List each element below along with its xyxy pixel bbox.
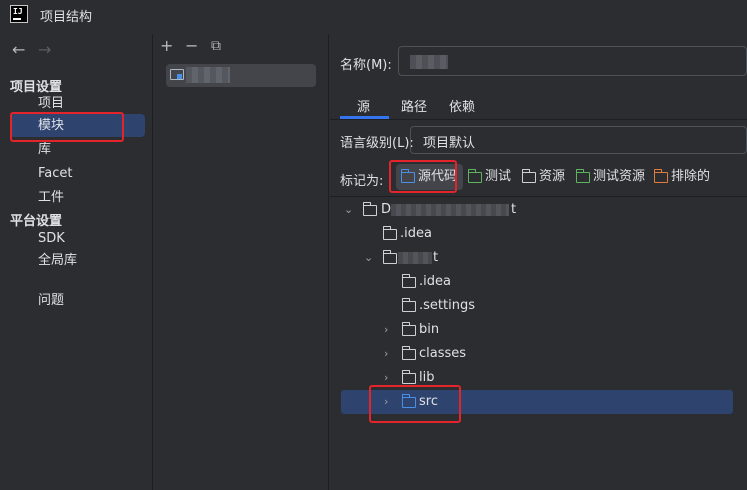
mark-as-tests-label: 测试 <box>485 169 512 184</box>
module-name-input[interactable] <box>398 46 747 76</box>
tree-item-idea-nested[interactable]: .idea <box>419 270 451 294</box>
folder-icon <box>401 346 416 360</box>
highlight-modules <box>10 112 124 142</box>
language-level-value: 项目默认 <box>423 136 476 151</box>
nav-item-sdks[interactable]: SDK <box>10 227 145 250</box>
test-folder-icon <box>467 169 482 183</box>
name-label: 名称(M): <box>340 58 392 73</box>
chevron-down-icon[interactable]: ⌄ <box>344 203 353 216</box>
chevron-down-icon[interactable]: ⌄ <box>364 251 373 264</box>
resources-folder-icon <box>521 169 536 183</box>
module-name-value-redacted <box>410 55 448 69</box>
tab-dependencies[interactable]: 依赖 <box>449 96 475 115</box>
chevron-right-icon[interactable]: › <box>384 323 388 336</box>
tab-paths[interactable]: 路径 <box>401 96 427 115</box>
mark-as-label: 标记为: <box>340 174 384 189</box>
folder-icon <box>401 298 416 312</box>
chevron-right-icon[interactable]: › <box>384 371 388 384</box>
remove-icon[interactable]: − <box>185 36 198 55</box>
folder-icon <box>362 202 377 216</box>
tabs-divider <box>330 119 747 120</box>
folder-icon <box>401 322 416 336</box>
module-name-redacted <box>186 67 230 83</box>
tree-item-module-folder[interactable]: t <box>433 246 438 270</box>
add-icon[interactable]: + <box>160 36 173 55</box>
chevron-right-icon[interactable]: › <box>384 347 388 360</box>
title-bar <box>0 0 747 30</box>
tree-item-classes[interactable]: classes <box>419 342 466 366</box>
module-list-panel <box>154 34 329 490</box>
content-root-prefix: D <box>381 202 392 217</box>
content-root-suffix: t <box>511 202 517 217</box>
highlight-src-folder <box>369 385 461 423</box>
mark-as-excluded-label: 排除的 <box>671 169 711 184</box>
tree-item-idea[interactable]: .idea <box>400 222 432 246</box>
mark-as-test-resources-label: 测试资源 <box>593 169 646 184</box>
folder-icon <box>401 274 416 288</box>
tree-item-bin[interactable]: bin <box>419 318 439 342</box>
tree-item-content-root[interactable]: D t <box>381 198 516 222</box>
window-title: 项目结构 <box>40 10 93 25</box>
mark-as-tests-button[interactable]: 测试 <box>467 164 511 190</box>
content-root-redacted <box>391 204 509 216</box>
nav-item-global-libraries[interactable]: 全局库 <box>10 249 145 272</box>
folder-icon <box>401 370 416 384</box>
nav-item-artifacts[interactable]: 工件 <box>10 186 145 209</box>
highlight-sources-button <box>389 160 457 193</box>
mark-as-resources-label: 资源 <box>539 169 566 184</box>
folder-icon <box>382 250 397 264</box>
copy-icon[interactable]: ⧉ <box>211 38 221 54</box>
mark-as-test-resources-button[interactable]: 测试资源 <box>575 164 645 190</box>
forward-arrow-icon[interactable]: → <box>38 40 51 59</box>
mark-as-resources-button[interactable]: 资源 <box>521 164 565 190</box>
test-resources-folder-icon <box>575 169 590 183</box>
module-folder-icon <box>170 69 184 80</box>
tree-item-settings[interactable]: .settings <box>419 294 475 318</box>
tree-divider <box>330 196 747 197</box>
module-folder-redacted <box>398 252 432 264</box>
back-arrow-icon[interactable]: ← <box>12 40 25 59</box>
nav-item-facets[interactable]: Facet <box>10 162 145 185</box>
intellij-logo-icon: IJ <box>10 5 28 23</box>
nav-item-problems[interactable]: 问题 <box>10 289 145 312</box>
language-level-label: 语言级别(L): <box>340 136 414 151</box>
excluded-folder-icon <box>653 169 668 183</box>
mark-as-excluded-button[interactable]: 排除的 <box>653 164 710 190</box>
folder-icon <box>382 226 397 240</box>
tab-sources[interactable]: 源 <box>357 96 370 115</box>
